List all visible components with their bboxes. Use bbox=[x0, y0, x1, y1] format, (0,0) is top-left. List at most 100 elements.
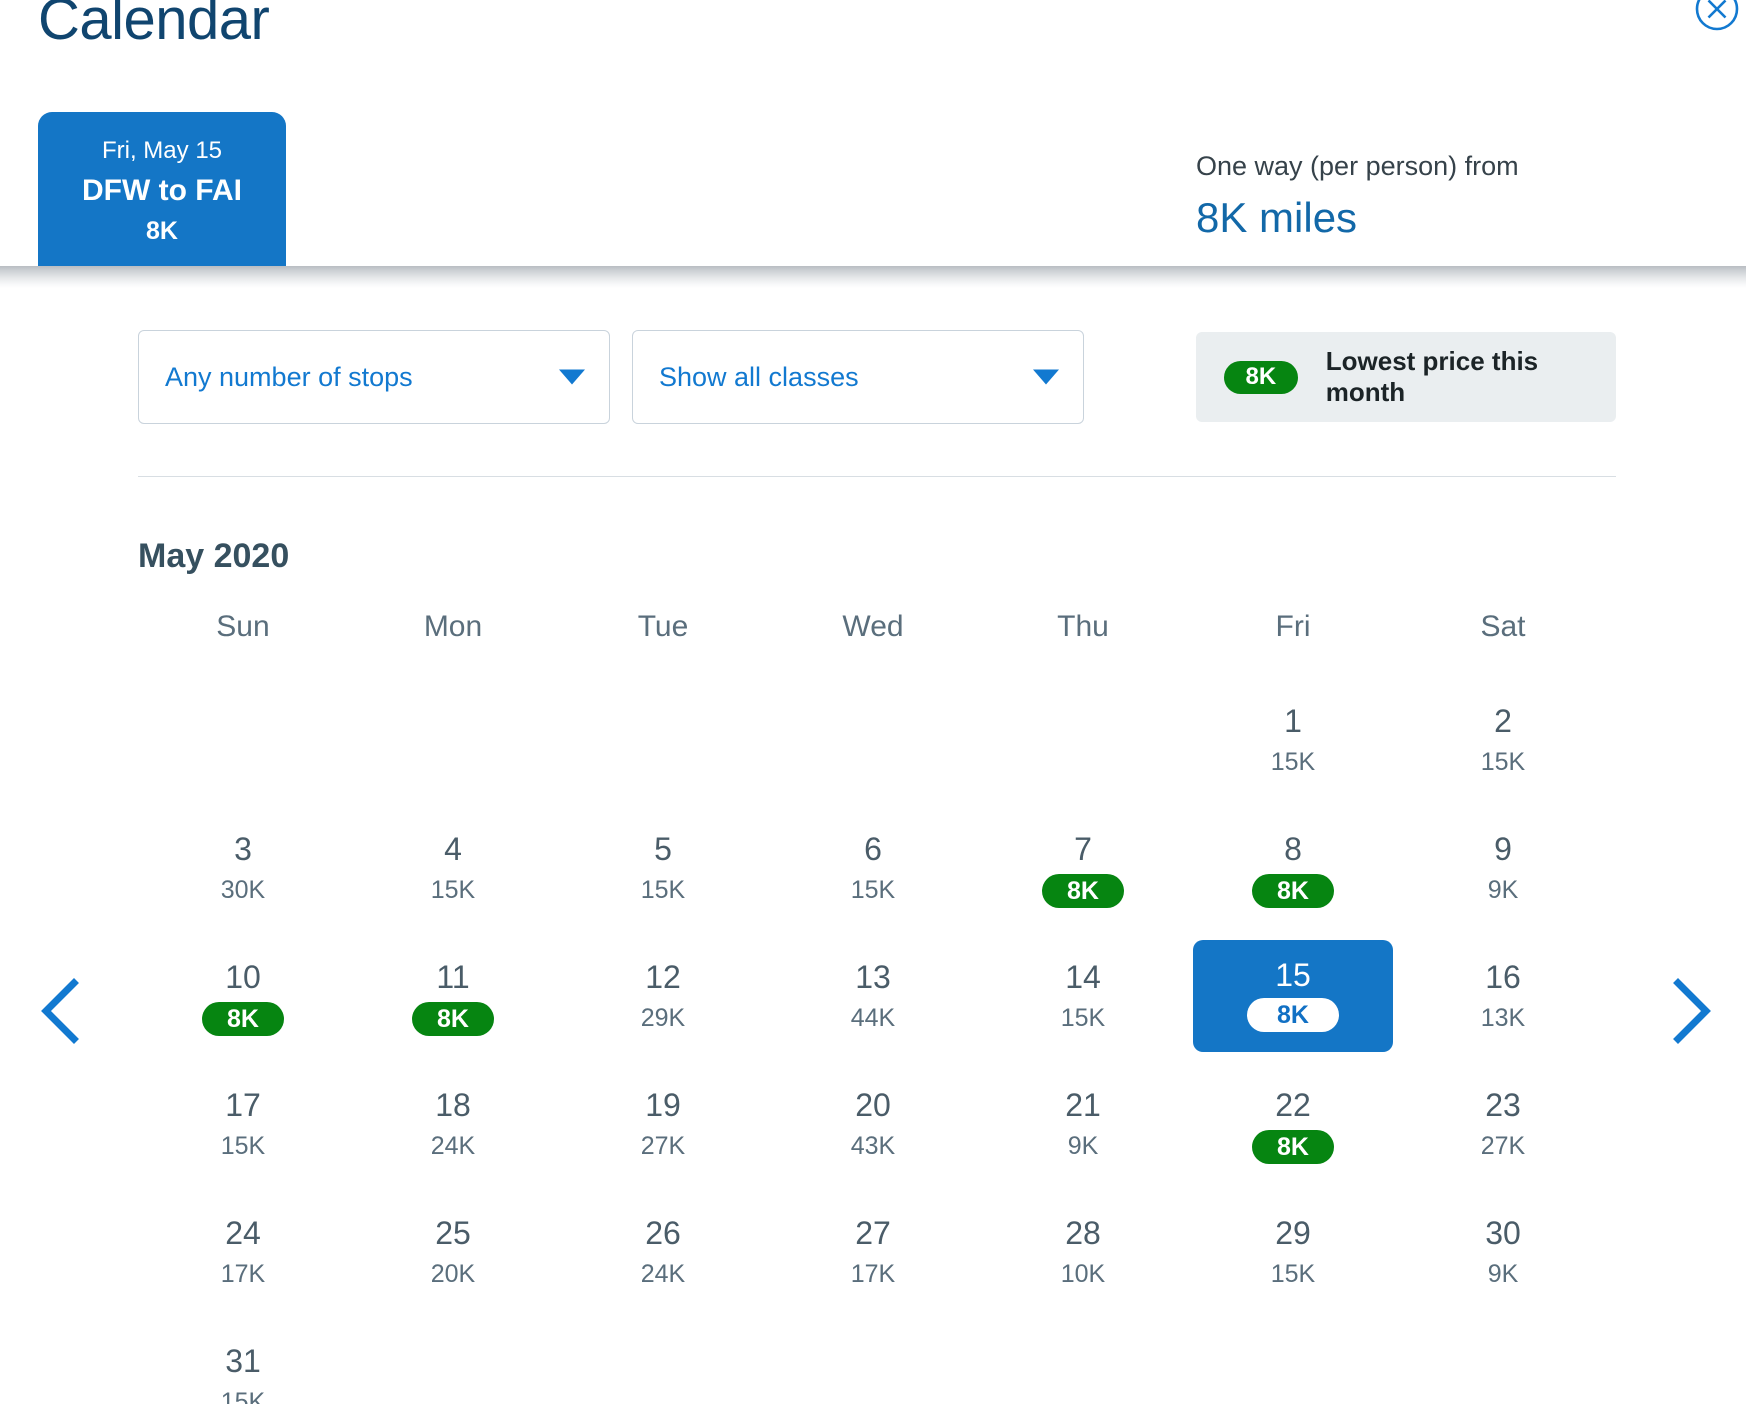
day-number: 24 bbox=[225, 1215, 261, 1251]
chevron-right-icon[interactable] bbox=[1660, 975, 1716, 1047]
day-price: 15K bbox=[1060, 1004, 1106, 1032]
lowest-price-badge-wrap: 8K bbox=[1188, 1130, 1398, 1164]
calendar-day-21[interactable]: 21 9K bbox=[978, 1062, 1188, 1190]
day-number: 19 bbox=[645, 1087, 681, 1123]
day-price: 9K bbox=[1067, 1132, 1099, 1160]
day-number: 26 bbox=[645, 1215, 681, 1251]
calendar-day-1[interactable]: 1 15K bbox=[1188, 678, 1398, 806]
chevron-down-icon bbox=[1033, 369, 1059, 385]
calendar-day-30[interactable]: 30 9K bbox=[1398, 1190, 1608, 1318]
page-title: Calendar bbox=[38, 0, 270, 52]
day-number: 23 bbox=[1485, 1087, 1521, 1123]
day-price: 27K bbox=[640, 1132, 686, 1160]
selected-price-badge-wrap: 8K bbox=[1188, 998, 1398, 1032]
day-price: 15K bbox=[1480, 748, 1526, 776]
trip-tab-route: DFW to FAI bbox=[82, 174, 242, 207]
day-price: 9K bbox=[1487, 1260, 1519, 1288]
selected-price-badge: 8K bbox=[1247, 998, 1339, 1032]
one-way-summary: One way (per person) from 8K miles bbox=[1196, 148, 1519, 246]
trip-tab-date: Fri, May 15 bbox=[101, 137, 223, 164]
calendar-day-5[interactable]: 5 15K bbox=[558, 806, 768, 934]
day-number: 3 bbox=[234, 831, 252, 867]
day-price: 29K bbox=[640, 1004, 686, 1032]
calendar-day-7[interactable]: 7 8K bbox=[978, 806, 1188, 934]
classes-select[interactable]: Show all classes bbox=[632, 330, 1084, 424]
day-number: 21 bbox=[1065, 1087, 1101, 1123]
calendar-day-2[interactable]: 2 15K bbox=[1398, 678, 1608, 806]
day-number: 18 bbox=[435, 1087, 471, 1123]
lowest-price-badge: 8K bbox=[202, 1002, 284, 1036]
day-price: 10K bbox=[1060, 1260, 1106, 1288]
calendar-day-27[interactable]: 27 17K bbox=[768, 1190, 978, 1318]
day-number: 12 bbox=[645, 959, 681, 995]
lowest-price-legend: 8K Lowest price this month bbox=[1196, 332, 1616, 422]
calendar-day-19[interactable]: 19 27K bbox=[558, 1062, 768, 1190]
lowest-price-badge-wrap: 8K bbox=[138, 1002, 348, 1036]
one-way-value: 8K miles bbox=[1196, 194, 1358, 241]
day-price: 15K bbox=[1270, 748, 1316, 776]
header-divider-shadow bbox=[0, 266, 1746, 288]
calendar-day-16[interactable]: 16 13K bbox=[1398, 934, 1608, 1062]
day-number: 6 bbox=[864, 831, 882, 867]
calendar-day-31[interactable]: 31 15K bbox=[138, 1318, 348, 1404]
header: Calendar Fri, May 15 DFW to FAI 8K One w… bbox=[0, 0, 1746, 270]
day-price: 17K bbox=[850, 1260, 896, 1288]
calendar-day-28[interactable]: 28 10K bbox=[978, 1190, 1188, 1318]
close-icon[interactable] bbox=[1694, 0, 1740, 32]
calendar-day-20[interactable]: 20 43K bbox=[768, 1062, 978, 1190]
calendar-page: Calendar Fri, May 15 DFW to FAI 8K One w… bbox=[0, 0, 1746, 1404]
day-number: 28 bbox=[1065, 1215, 1101, 1251]
calendar-day-6[interactable]: 6 15K bbox=[768, 806, 978, 934]
calendar-day-18[interactable]: 18 24K bbox=[348, 1062, 558, 1190]
stops-select-value: Any number of stops bbox=[165, 361, 413, 392]
calendar-day-26[interactable]: 26 24K bbox=[558, 1190, 768, 1318]
day-number: 7 bbox=[1074, 831, 1092, 867]
day-price: 15K bbox=[1270, 1260, 1316, 1288]
day-price: 24K bbox=[640, 1260, 686, 1288]
calendar-day-15[interactable]: 15 8K bbox=[1188, 934, 1398, 1062]
calendar-day-12[interactable]: 12 29K bbox=[558, 934, 768, 1062]
day-price: 15K bbox=[220, 1388, 266, 1404]
calendar-day-23[interactable]: 23 27K bbox=[1398, 1062, 1608, 1190]
day-price: 15K bbox=[850, 876, 896, 904]
lowest-price-badge: 8K bbox=[1252, 874, 1334, 908]
day-number: 22 bbox=[1275, 1087, 1311, 1123]
calendar-day-4[interactable]: 4 15K bbox=[348, 806, 558, 934]
day-of-week-header: Sun bbox=[216, 610, 270, 643]
day-number: 1 bbox=[1284, 703, 1302, 739]
stops-select[interactable]: Any number of stops bbox=[138, 330, 610, 424]
lowest-price-badge-wrap: 8K bbox=[978, 874, 1188, 908]
section-divider bbox=[138, 476, 1616, 477]
calendar-day-11[interactable]: 11 8K bbox=[348, 934, 558, 1062]
lowest-price-badge: 8K bbox=[1252, 1130, 1334, 1164]
day-price: 13K bbox=[1480, 1004, 1526, 1032]
day-number: 8 bbox=[1284, 831, 1302, 867]
lowest-price-badge-wrap: 8K bbox=[1188, 874, 1398, 908]
day-number: 11 bbox=[436, 959, 470, 995]
calendar-day-8[interactable]: 8 8K bbox=[1188, 806, 1398, 934]
chevron-left-icon[interactable] bbox=[36, 975, 92, 1047]
day-number: 30 bbox=[1485, 1215, 1521, 1251]
calendar-day-24[interactable]: 24 17K bbox=[138, 1190, 348, 1318]
day-price: 15K bbox=[220, 1132, 266, 1160]
day-number: 25 bbox=[435, 1215, 471, 1251]
calendar-day-29[interactable]: 29 15K bbox=[1188, 1190, 1398, 1318]
calendar-day-9[interactable]: 9 9K bbox=[1398, 806, 1608, 934]
calendar-day-25[interactable]: 25 20K bbox=[348, 1190, 558, 1318]
calendar-day-22[interactable]: 22 8K bbox=[1188, 1062, 1398, 1190]
day-number: 20 bbox=[855, 1087, 891, 1123]
calendar-day-3[interactable]: 3 30K bbox=[138, 806, 348, 934]
day-number: 14 bbox=[1065, 959, 1101, 995]
day-of-week-header: Thu bbox=[1057, 610, 1109, 643]
trip-tab[interactable]: Fri, May 15 DFW to FAI 8K bbox=[38, 112, 286, 267]
chevron-down-icon bbox=[559, 369, 585, 385]
calendar-day-14[interactable]: 14 15K bbox=[978, 934, 1188, 1062]
calendar-day-10[interactable]: 10 8K bbox=[138, 934, 348, 1062]
calendar-day-17[interactable]: 17 15K bbox=[138, 1062, 348, 1190]
day-number: 4 bbox=[444, 831, 462, 867]
day-number: 2 bbox=[1494, 703, 1512, 739]
day-number: 15 bbox=[1275, 957, 1311, 993]
day-price: 24K bbox=[430, 1132, 476, 1160]
day-price: 43K bbox=[850, 1132, 896, 1160]
calendar-day-13[interactable]: 13 44K bbox=[768, 934, 978, 1062]
